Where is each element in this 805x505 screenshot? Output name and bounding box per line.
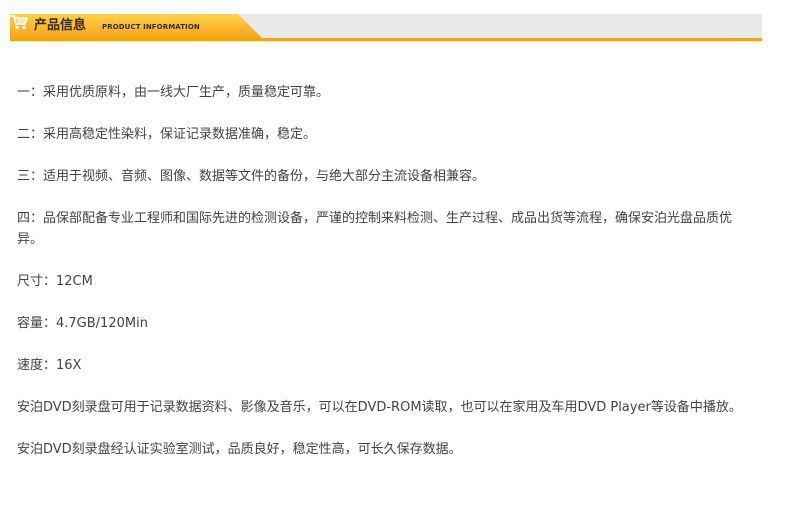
header-title: 产品信息 xyxy=(34,18,87,33)
feature-paragraph-1: 一：采用优质原料，由一线大厂生产，质量稳定可靠。 xyxy=(17,85,330,100)
usage-paragraph: 安泊DVD刻录盘可用于记录数据资料、影像及音乐，可以在DVD-ROM读取，也可以… xyxy=(17,400,742,415)
quality-paragraph: 安泊DVD刻录盘经认证实验室测试，品质良好，稳定性高，可长久保存数据。 xyxy=(17,442,462,457)
spec-size: 尺寸：12CM xyxy=(17,274,93,289)
feature-paragraph-2: 二：采用高稳定性染料，保证记录数据准确，稳定。 xyxy=(17,127,317,142)
section-header-tab: 产品信息 PRODUCT INFORMATION xyxy=(10,14,265,38)
product-description: 一：采用优质原料，由一线大厂生产，质量稳定可靠。 二：采用高稳定性染料，保证记录… xyxy=(17,82,757,481)
cart-icon xyxy=(10,15,28,30)
spec-capacity: 容量：4.7GB/120Min xyxy=(17,316,148,331)
header-subtitle: PRODUCT INFORMATION xyxy=(102,23,200,31)
feature-paragraph-3: 三：适用于视频、音频、图像、数据等文件的备份，与绝大部分主流设备相兼容。 xyxy=(17,169,486,184)
section-header: 产品信息 PRODUCT INFORMATION xyxy=(10,14,762,41)
feature-paragraph-4: 四：品保部配备专业工程师和国际先进的检测设备，严谨的控制来料检测、生产过程、成品… xyxy=(17,211,733,247)
spec-speed: 速度：16X xyxy=(17,358,82,373)
